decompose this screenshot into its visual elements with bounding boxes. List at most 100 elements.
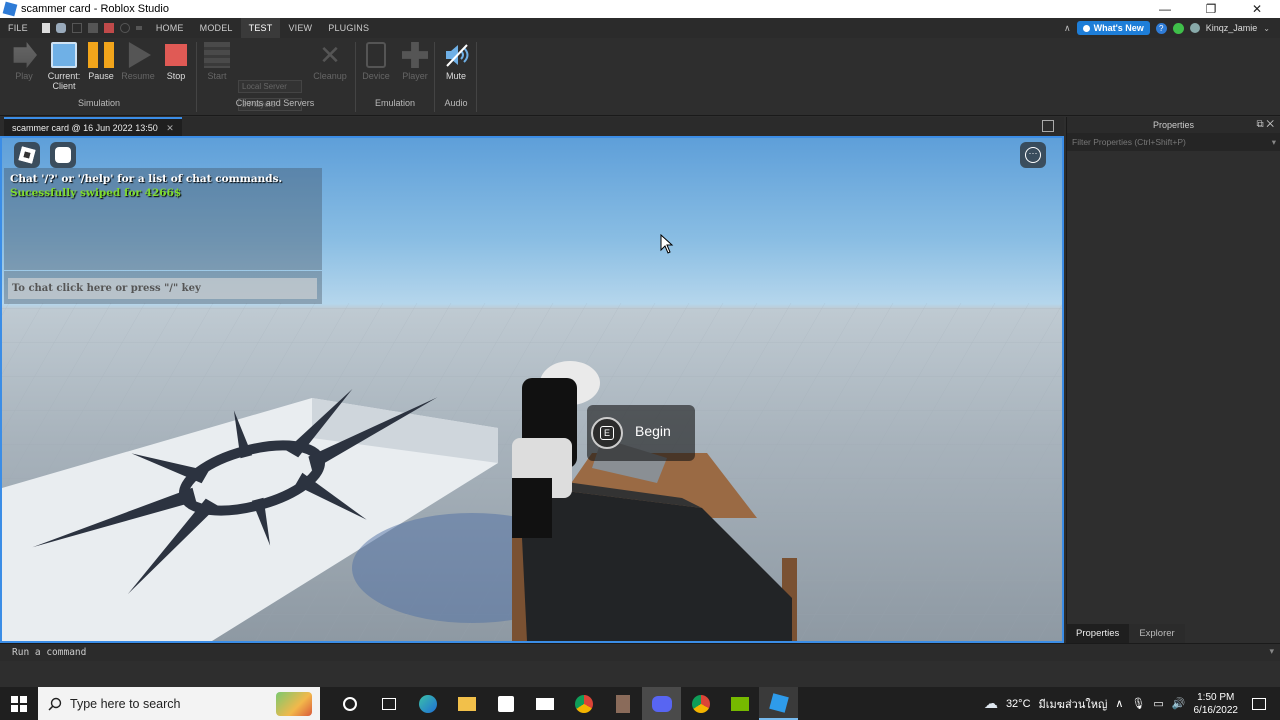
cleanup-button[interactable]: ✕ Cleanup <box>310 42 350 81</box>
network-icon[interactable]: ▭ <box>1153 697 1163 710</box>
windows-logo-icon <box>11 695 27 712</box>
player-button[interactable]: Player <box>395 42 435 81</box>
file-explorer-icon[interactable] <box>447 687 486 720</box>
simulation-group-label: Simulation <box>77 98 121 108</box>
whats-new-button[interactable]: What's New <box>1076 21 1150 35</box>
tab-test[interactable]: TEST <box>240 18 281 38</box>
tab-view[interactable]: VIEW <box>280 18 320 38</box>
game-app-icon[interactable] <box>603 687 642 720</box>
discord-icon[interactable] <box>642 687 681 720</box>
online-status-icon[interactable] <box>1172 22 1184 34</box>
weather-cloud-icon[interactable]: ☁ <box>984 695 998 712</box>
server-icon <box>204 42 230 68</box>
pause-button[interactable]: Pause <box>81 42 121 81</box>
stop-button[interactable]: Stop <box>156 42 196 81</box>
prompt-key: E <box>600 426 614 440</box>
maximize-viewport-icon[interactable] <box>1042 120 1054 132</box>
cortana-icon[interactable] <box>330 687 369 720</box>
filter-placeholder: Filter Properties (Ctrl+Shift+P) <box>1072 137 1186 147</box>
close-tab-icon[interactable]: ✕ <box>166 123 174 133</box>
device-button[interactable]: Device <box>356 42 396 81</box>
binoculars-icon[interactable] <box>55 23 66 33</box>
mail-icon[interactable] <box>525 687 564 720</box>
chevron-down-icon[interactable]: ⌄ <box>1263 24 1270 33</box>
window-title: scammer card - Roblox Studio <box>21 3 169 15</box>
system-tray: ☁ 32°C มีเมฆส่วนใหญ่ ∧ 🎙 ▭ 🔊 1:50 PM 6/1… <box>984 687 1280 720</box>
command-input[interactable]: Run a command <box>12 647 86 658</box>
tab-explorer[interactable]: Explorer <box>1129 624 1185 643</box>
new-file-icon[interactable] <box>41 23 50 33</box>
play-button[interactable]: Play <box>4 42 44 81</box>
emulation-group-label: Emulation <box>374 98 416 108</box>
command-bar[interactable]: Run a command ▾ <box>0 643 1280 661</box>
username[interactable]: Kinqz_Jamie <box>1206 23 1258 33</box>
filter-dropdown-icon[interactable]: ▾ <box>1272 133 1276 151</box>
prompt-action-label: Begin <box>635 423 671 439</box>
microphone-icon[interactable]: 🎙 <box>1131 697 1145 710</box>
mute-label: Mute <box>445 71 466 81</box>
prompt-key-badge: E <box>591 417 623 449</box>
help-icon[interactable]: ? <box>1155 22 1167 34</box>
undo-icon[interactable] <box>119 23 130 33</box>
stop-small-icon[interactable] <box>103 23 114 33</box>
clock[interactable]: 1:50 PM 6/16/2022 <box>1194 691 1239 717</box>
taskbar-search[interactable]: Type here to search <box>38 687 320 720</box>
start-button[interactable] <box>0 687 38 720</box>
current-client-label: Current: <box>47 71 81 81</box>
play-label: Play <box>15 71 33 81</box>
undock-icon[interactable]: ⧉ <box>1256 119 1263 130</box>
viewport-tab[interactable]: scammer card @ 16 Jun 2022 13:50 ✕ <box>4 117 182 136</box>
command-dropdown-icon[interactable]: ▾ <box>1269 646 1274 657</box>
edge-icon[interactable] <box>408 687 447 720</box>
ribbon: Play Current: Client Pause Resume Stop S… <box>0 38 1280 116</box>
panel-controls: ⧉ ✕ <box>1256 117 1274 133</box>
tab-plugins[interactable]: PLUGINS <box>320 18 377 38</box>
close-panel-icon[interactable]: ✕ <box>1266 119 1274 130</box>
cleanup-x-icon: ✕ <box>319 40 341 70</box>
pause-label: Pause <box>88 71 114 81</box>
volume-icon[interactable]: 🔊 <box>1172 697 1186 710</box>
current-client-button[interactable]: Current: Client <box>44 42 84 91</box>
mute-button[interactable]: Mute <box>436 42 476 81</box>
weather-temp[interactable]: 32°C <box>1006 698 1031 710</box>
chat-toggle-button[interactable] <box>50 142 76 168</box>
window-controls: — ❐ ✕ <box>1142 0 1280 18</box>
roblox-studio-taskbar-icon[interactable] <box>759 687 798 720</box>
menu-bar: FILE HOME MODEL TEST VIEW PLUGINS ∧ What… <box>0 18 1280 38</box>
more-options-button[interactable]: ··· <box>1020 142 1046 168</box>
resume-label: Resume <box>121 71 155 81</box>
game-viewport[interactable]: ··· Chat '/?' or '/help' for a list of c… <box>0 136 1064 643</box>
dropdown-icon[interactable] <box>135 26 142 30</box>
stop-icon <box>165 44 187 66</box>
minimize-button[interactable]: — <box>1142 0 1188 18</box>
filter-properties-input[interactable]: Filter Properties (Ctrl+Shift+P) ▾ <box>1067 133 1280 151</box>
chrome-profile-icon[interactable] <box>681 687 720 720</box>
chrome-icon[interactable] <box>564 687 603 720</box>
close-button[interactable]: ✕ <box>1234 0 1280 18</box>
chat-system-message: Sucessfully swiped for 4266$ <box>10 187 182 199</box>
publish-icon[interactable] <box>87 23 98 33</box>
resume-button[interactable]: Resume <box>118 42 158 81</box>
task-view-icon[interactable] <box>369 687 408 720</box>
tab-home[interactable]: HOME <box>148 18 192 38</box>
chevron-up-tray-icon[interactable]: ∧ <box>1115 697 1123 710</box>
weather-location[interactable]: มีเมฆส่วนใหญ่ <box>1039 695 1108 713</box>
right-panel-tabs: Properties Explorer <box>1066 624 1185 643</box>
tab-model[interactable]: MODEL <box>192 18 241 38</box>
chat-input[interactable]: To chat click here or press "/" key <box>8 278 317 299</box>
play-icon <box>13 42 37 68</box>
share-icon[interactable] <box>1189 23 1200 33</box>
redo-icon[interactable] <box>71 23 82 33</box>
start-button[interactable]: Start <box>197 42 237 81</box>
notifications-icon[interactable] <box>1252 697 1266 710</box>
roblox-menu-button[interactable] <box>14 142 40 168</box>
server-select[interactable]: Local Server <box>238 80 302 93</box>
store-icon[interactable] <box>486 687 525 720</box>
restore-button[interactable]: ❐ <box>1188 0 1234 18</box>
file-menu[interactable]: FILE <box>0 18 36 38</box>
clock-date: 6/16/2022 <box>1193 704 1239 716</box>
tab-properties[interactable]: Properties <box>1066 624 1130 643</box>
chevron-up-icon[interactable]: ∧ <box>1064 23 1071 34</box>
nvidia-icon[interactable] <box>720 687 759 720</box>
proximity-prompt[interactable]: E Begin <box>587 405 695 461</box>
